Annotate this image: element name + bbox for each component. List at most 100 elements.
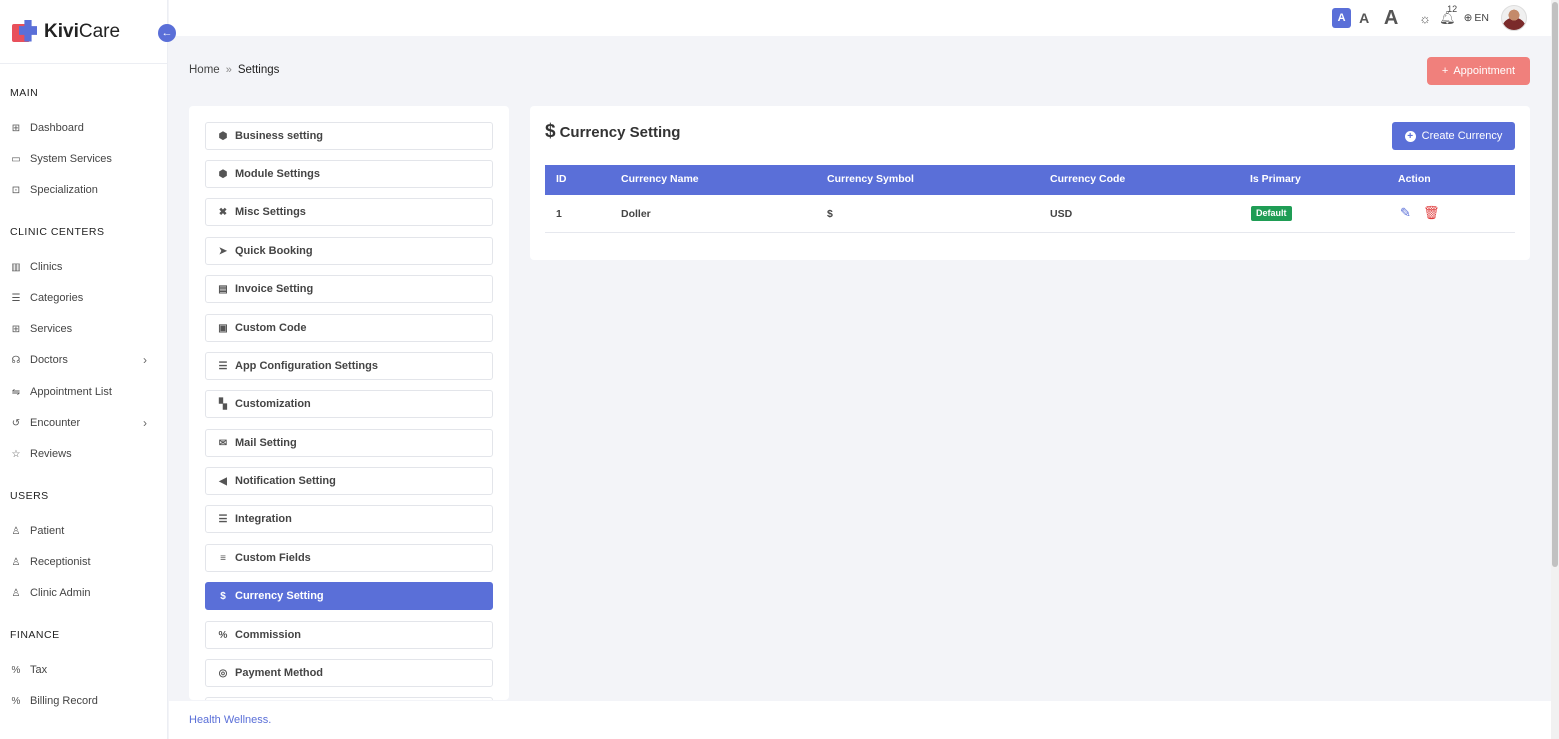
kivicare-logo-icon bbox=[10, 18, 40, 46]
settings-menu-label: Custom Code bbox=[235, 322, 307, 334]
settings-menu-item-mail-setting[interactable]: ✉ Mail Setting bbox=[205, 429, 493, 457]
sidebar-item-clinic-admin[interactable]: ♙ Clinic Admin bbox=[10, 584, 147, 602]
scrollbar-thumb[interactable] bbox=[1552, 2, 1558, 567]
settings-menu-item-currency-setting[interactable]: $ Currency Setting bbox=[205, 582, 493, 610]
settings-menu-item-module-settings[interactable]: ⬢ Module Settings bbox=[205, 160, 493, 188]
sliders-icon: ☰ bbox=[218, 513, 228, 525]
footer-text[interactable]: Health Wellness. bbox=[189, 714, 271, 726]
settings-menu-label: Quick Booking bbox=[235, 245, 313, 257]
stethoscope-icon: ☊ bbox=[11, 354, 21, 366]
cell-name: Doller bbox=[621, 208, 651, 220]
sun-icon[interactable]: ☼ bbox=[1419, 11, 1431, 26]
page-title: $ Currency Setting bbox=[545, 121, 680, 143]
create-currency-label: Create Currency bbox=[1421, 130, 1503, 142]
settings-menu-item-quick-booking[interactable]: ➤ Quick Booking bbox=[205, 237, 493, 265]
column-header-name[interactable]: Currency Name bbox=[621, 173, 699, 185]
bars-icon: ≡ bbox=[220, 552, 226, 564]
breadcrumb-home[interactable]: Home bbox=[189, 64, 220, 76]
sidebar-item-patient[interactable]: ♙ Patient bbox=[10, 522, 147, 540]
globe-icon: ⊕ bbox=[1463, 12, 1473, 24]
sidebar-item-specialization[interactable]: ⊡ Specialization bbox=[10, 181, 147, 199]
column-header-primary[interactable]: Is Primary bbox=[1250, 173, 1301, 185]
settings-menu-item-business-setting[interactable]: ⬢ Business setting bbox=[205, 122, 493, 150]
sidebar-item-reviews[interactable]: ☆ Reviews bbox=[10, 445, 147, 463]
settings-menu-item-integration[interactable]: ☰ Integration bbox=[205, 505, 493, 533]
sidebar-collapse-button[interactable]: ← bbox=[158, 24, 176, 42]
settings-menu-item-custom-code[interactable]: ▣ Custom Code bbox=[205, 314, 493, 342]
dollar-icon: $ bbox=[220, 590, 226, 602]
file-icon: ▤ bbox=[218, 283, 228, 295]
settings-menu-label: Notification Setting bbox=[235, 475, 336, 487]
cube-icon: ⬢ bbox=[218, 168, 228, 180]
settings-menu-label: Integration bbox=[235, 513, 292, 525]
sidebar-item-system-services[interactable]: ▭ System Services bbox=[10, 150, 147, 168]
column-header-symbol[interactable]: Currency Symbol bbox=[827, 173, 914, 185]
column-header-id[interactable]: ID bbox=[556, 173, 567, 185]
font-size-medium-button[interactable]: A bbox=[1357, 8, 1371, 28]
brand[interactable]: KiviCare ← bbox=[0, 0, 176, 64]
envelope-icon: ✉ bbox=[218, 437, 228, 449]
settings-menu-item-custom-fields[interactable]: ≡ Custom Fields bbox=[205, 544, 493, 572]
bullhorn-icon: ◀ bbox=[219, 475, 227, 487]
settings-menu-item-payment-method[interactable]: ◎ Payment Method bbox=[205, 659, 493, 687]
language-label: EN bbox=[1474, 12, 1489, 24]
settings-menu-label: Business setting bbox=[235, 130, 324, 142]
settings-menu-label: App Configuration Settings bbox=[235, 360, 378, 372]
sidebar-item-categories[interactable]: ☰ Categories bbox=[10, 289, 147, 307]
history-icon: ↺ bbox=[11, 417, 21, 429]
sidebar-item-label: Categories bbox=[30, 292, 84, 304]
sidebar-item-label: Clinics bbox=[30, 261, 63, 273]
breadcrumb-current: Settings bbox=[237, 64, 280, 76]
sidebar-item-dashboard[interactable]: ⊞ Dashboard bbox=[10, 119, 147, 137]
sidebar-item-appointment-list[interactable]: ⇋ Appointment List bbox=[10, 383, 147, 401]
currency-table: ID Currency Name Currency Symbol Currenc… bbox=[545, 165, 1515, 233]
settings-menu-label: Payment Method bbox=[235, 667, 324, 679]
sidebar-item-receptionist[interactable]: ♙ Receptionist bbox=[10, 553, 147, 571]
nav-section-title: USERS bbox=[10, 490, 49, 502]
user-icon: ♙ bbox=[11, 525, 21, 537]
bell-icon[interactable]: 🔔︎ 12 bbox=[1439, 4, 1457, 26]
font-size-small-button[interactable]: A bbox=[1332, 8, 1352, 28]
trash-icon[interactable]: 🗑︎ bbox=[1423, 205, 1440, 221]
sidebar-item-encounter[interactable]: ↺ Encounter › bbox=[10, 414, 147, 432]
settings-menu-label: Commission bbox=[235, 629, 302, 641]
notification-count: 12 bbox=[1447, 4, 1458, 14]
add-appointment-button[interactable]: + Appointment bbox=[1427, 57, 1530, 85]
status-badge: Default bbox=[1251, 206, 1292, 221]
sidebar-item-billing-record[interactable]: % Billing Record bbox=[10, 692, 147, 710]
settings-menu-item-app-configuration-settings[interactable]: ☰ App Configuration Settings bbox=[205, 352, 493, 380]
table-header: ID Currency Name Currency Symbol Currenc… bbox=[545, 165, 1515, 195]
sidebar-item-clinics[interactable]: ▥ Clinics bbox=[10, 258, 147, 276]
settings-menu-label: Module Settings bbox=[235, 168, 320, 180]
cell-id: 1 bbox=[556, 208, 562, 220]
settings-menu-item-misc-settings[interactable]: ✖ Misc Settings bbox=[205, 198, 493, 226]
nav-section-title: MAIN bbox=[10, 87, 39, 99]
footer: Health Wellness. bbox=[169, 701, 1551, 739]
create-currency-button[interactable]: + Create Currency bbox=[1392, 122, 1515, 150]
language-selector[interactable]: ⊕ EN bbox=[1464, 12, 1489, 24]
paper-plane-icon: ➤ bbox=[218, 245, 228, 257]
scrollbar[interactable] bbox=[1551, 0, 1559, 739]
sidebar-item-services[interactable]: ⊞ Services bbox=[10, 320, 147, 338]
sidebar-item-doctors[interactable]: ☊ Doctors › bbox=[10, 351, 147, 369]
font-size-large-button[interactable]: A bbox=[1383, 7, 1399, 29]
brand-name: KiviCare bbox=[44, 20, 121, 42]
column-header-code[interactable]: Currency Code bbox=[1050, 173, 1125, 185]
settings-menu-item-partial[interactable] bbox=[205, 697, 493, 700]
sidebar-item-tax[interactable]: % Tax bbox=[10, 661, 147, 679]
currency-title-text: Currency Setting bbox=[559, 123, 681, 141]
chevron-right-icon: › bbox=[143, 353, 147, 367]
percent-icon: % bbox=[218, 629, 228, 641]
avatar[interactable] bbox=[1501, 5, 1527, 31]
settings-menu-item-notification-setting[interactable]: ◀ Notification Setting bbox=[205, 467, 493, 495]
user-icon: ♙ bbox=[11, 556, 21, 568]
settings-menu-label: Customization bbox=[235, 398, 311, 410]
sidebar-item-label: Patient bbox=[30, 525, 65, 537]
settings-menu-item-customization[interactable]: ▚ Customization bbox=[205, 390, 493, 418]
sidebar-item-label: Tax bbox=[30, 664, 48, 676]
edit-icon[interactable]: ✎ bbox=[1400, 205, 1411, 221]
settings-menu-label: Invoice Setting bbox=[235, 283, 314, 295]
settings-menu-item-invoice-setting[interactable]: ▤ Invoice Setting bbox=[205, 275, 493, 303]
column-header-action: Action bbox=[1398, 173, 1431, 185]
settings-menu-item-commission[interactable]: % Commission bbox=[205, 621, 493, 649]
